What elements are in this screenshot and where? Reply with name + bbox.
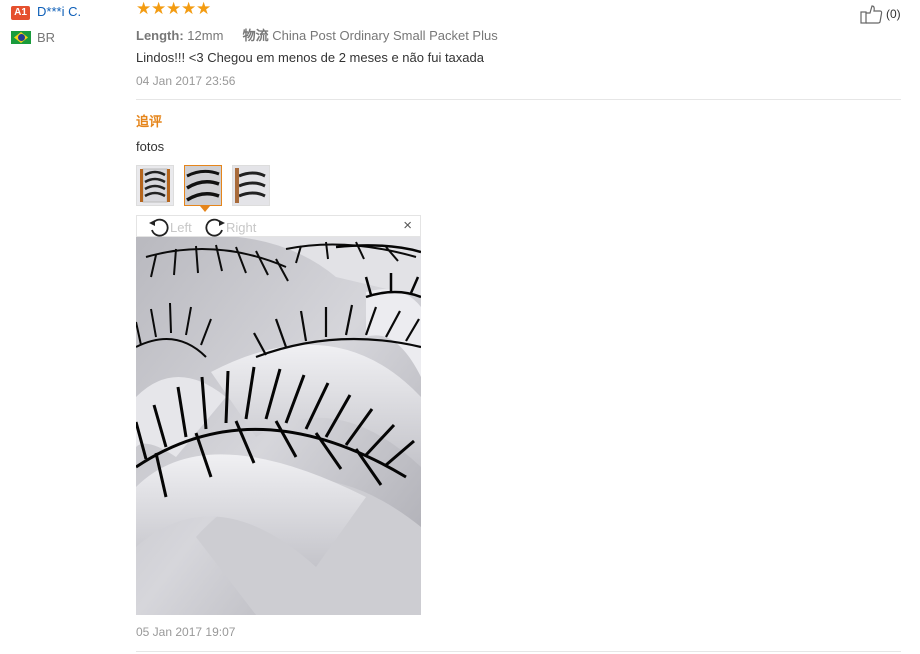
thumbs-up-icon bbox=[860, 5, 883, 24]
star-rating: ★ ★ ★ ★ ★ bbox=[136, 0, 212, 21]
buyer-country: BR bbox=[37, 30, 56, 45]
review-date: 04 Jan 2017 23:56 bbox=[136, 74, 236, 88]
photo-thumbnail-1[interactable] bbox=[136, 165, 174, 206]
divider bbox=[136, 99, 901, 100]
rotate-left-button[interactable]: Left bbox=[148, 216, 192, 238]
enlarged-review-photo bbox=[134, 235, 422, 615]
rotate-right-icon bbox=[205, 218, 225, 237]
photo-viewer-toolbar: Left Right × bbox=[136, 215, 421, 237]
star-icon: ★ bbox=[166, 0, 182, 18]
rotate-left-icon bbox=[149, 218, 169, 237]
divider bbox=[136, 651, 901, 652]
brazil-flag-icon bbox=[11, 31, 31, 44]
rotate-right-label: Right bbox=[226, 219, 257, 235]
additional-feedback-date: 05 Jan 2017 19:07 bbox=[136, 625, 236, 639]
photo-thumbnail-2[interactable] bbox=[184, 165, 222, 206]
star-icon: ★ bbox=[151, 0, 167, 18]
additional-feedback-text: fotos bbox=[136, 139, 165, 154]
buyer-level-badge: A1 bbox=[11, 6, 30, 20]
helpful-like-button[interactable]: (0) bbox=[860, 4, 901, 24]
close-viewer-button[interactable]: × bbox=[403, 217, 412, 234]
length-value: 12mm bbox=[187, 28, 224, 43]
additional-feedback-label: 追评 bbox=[136, 114, 163, 129]
star-icon: ★ bbox=[136, 0, 152, 18]
shipping-value: China Post Ordinary Small Packet Plus bbox=[272, 28, 498, 43]
like-count: (0) bbox=[886, 7, 901, 21]
photo-thumbnail-3[interactable] bbox=[232, 165, 270, 206]
shipping-label: 物流 bbox=[242, 28, 269, 43]
rotate-left-label: Left bbox=[170, 219, 192, 235]
buyer-name[interactable]: D***i C. bbox=[37, 4, 81, 19]
star-icon: ★ bbox=[181, 0, 197, 18]
review-text: Lindos!!! <3 Chegou em menos de 2 meses … bbox=[136, 50, 484, 65]
rotate-right-button[interactable]: Right bbox=[204, 216, 256, 238]
star-icon: ★ bbox=[196, 0, 212, 18]
length-label: Length: bbox=[136, 28, 184, 43]
review-meta: Length: 12mm 物流 China Post Ordinary Smal… bbox=[136, 25, 498, 44]
active-thumbnail-caret bbox=[200, 206, 210, 212]
